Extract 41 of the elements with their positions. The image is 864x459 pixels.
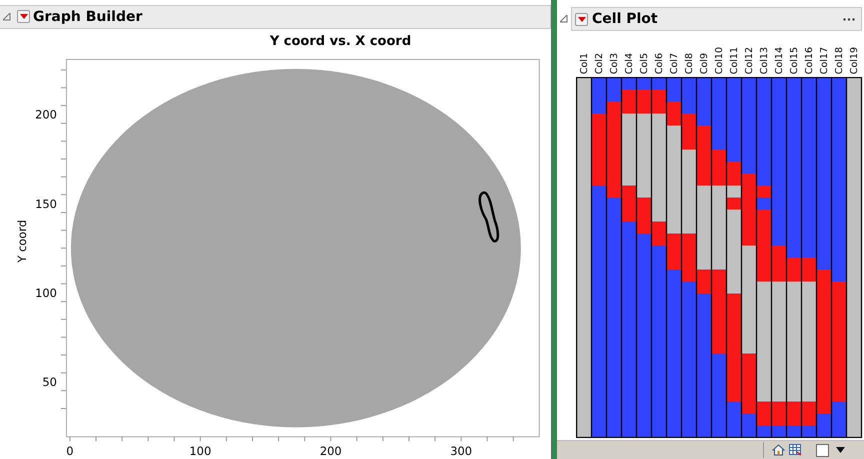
checkbox[interactable] <box>816 444 829 456</box>
collapse-triangle-icon[interactable] <box>560 15 568 23</box>
column-label: Col12 <box>743 46 756 74</box>
column-label: Col7 <box>668 52 681 74</box>
column-label: Col8 <box>683 52 696 74</box>
x-tick-label: 300 <box>450 444 472 458</box>
panel-title: Cell Plot <box>592 11 658 27</box>
column-label: Col18 <box>833 46 846 74</box>
column-label: Col9 <box>698 52 711 74</box>
column-label: Col11 <box>728 46 741 74</box>
loop-outline <box>478 191 500 242</box>
column-label: Col1 <box>578 52 591 74</box>
column-label: Col14 <box>773 46 786 74</box>
y-tick-label: 100 <box>35 286 57 300</box>
dropdown-arrow-icon[interactable] <box>836 447 845 453</box>
chart-title: Y coord vs. X coord <box>268 34 412 51</box>
table-icon[interactable] <box>789 444 802 456</box>
home-icon[interactable] <box>772 444 785 456</box>
y-axis-label: Y coord <box>15 220 30 262</box>
column-label: Col17 <box>818 46 831 74</box>
column-label: Col15 <box>788 46 801 74</box>
dropdown-menu-icon[interactable] <box>17 10 30 24</box>
column-label: Col19 <box>848 46 861 74</box>
column-label: Col13 <box>758 46 771 74</box>
column-label: Col4 <box>623 52 636 74</box>
x-tick-label: 0 <box>66 444 74 458</box>
panel-title: Graph Builder <box>33 8 142 25</box>
dropdown-menu-icon[interactable] <box>575 12 588 26</box>
column-label: Col2 <box>593 52 606 74</box>
x-tick-label: 100 <box>189 444 212 458</box>
y-tick-label: 150 <box>35 196 57 211</box>
y-tick-label: 50 <box>42 374 57 389</box>
x-tick-label: 200 <box>320 444 342 458</box>
y-tick-label: 200 <box>35 108 57 122</box>
column-label: Col6 <box>653 52 666 74</box>
column-label: Col5 <box>638 52 651 74</box>
column-label: Col16 <box>803 46 816 74</box>
column-label: Col3 <box>608 52 621 74</box>
collapse-triangle-icon[interactable] <box>3 12 11 21</box>
more-options-icon[interactable] <box>843 18 855 20</box>
column-label: Col10 <box>713 46 726 74</box>
